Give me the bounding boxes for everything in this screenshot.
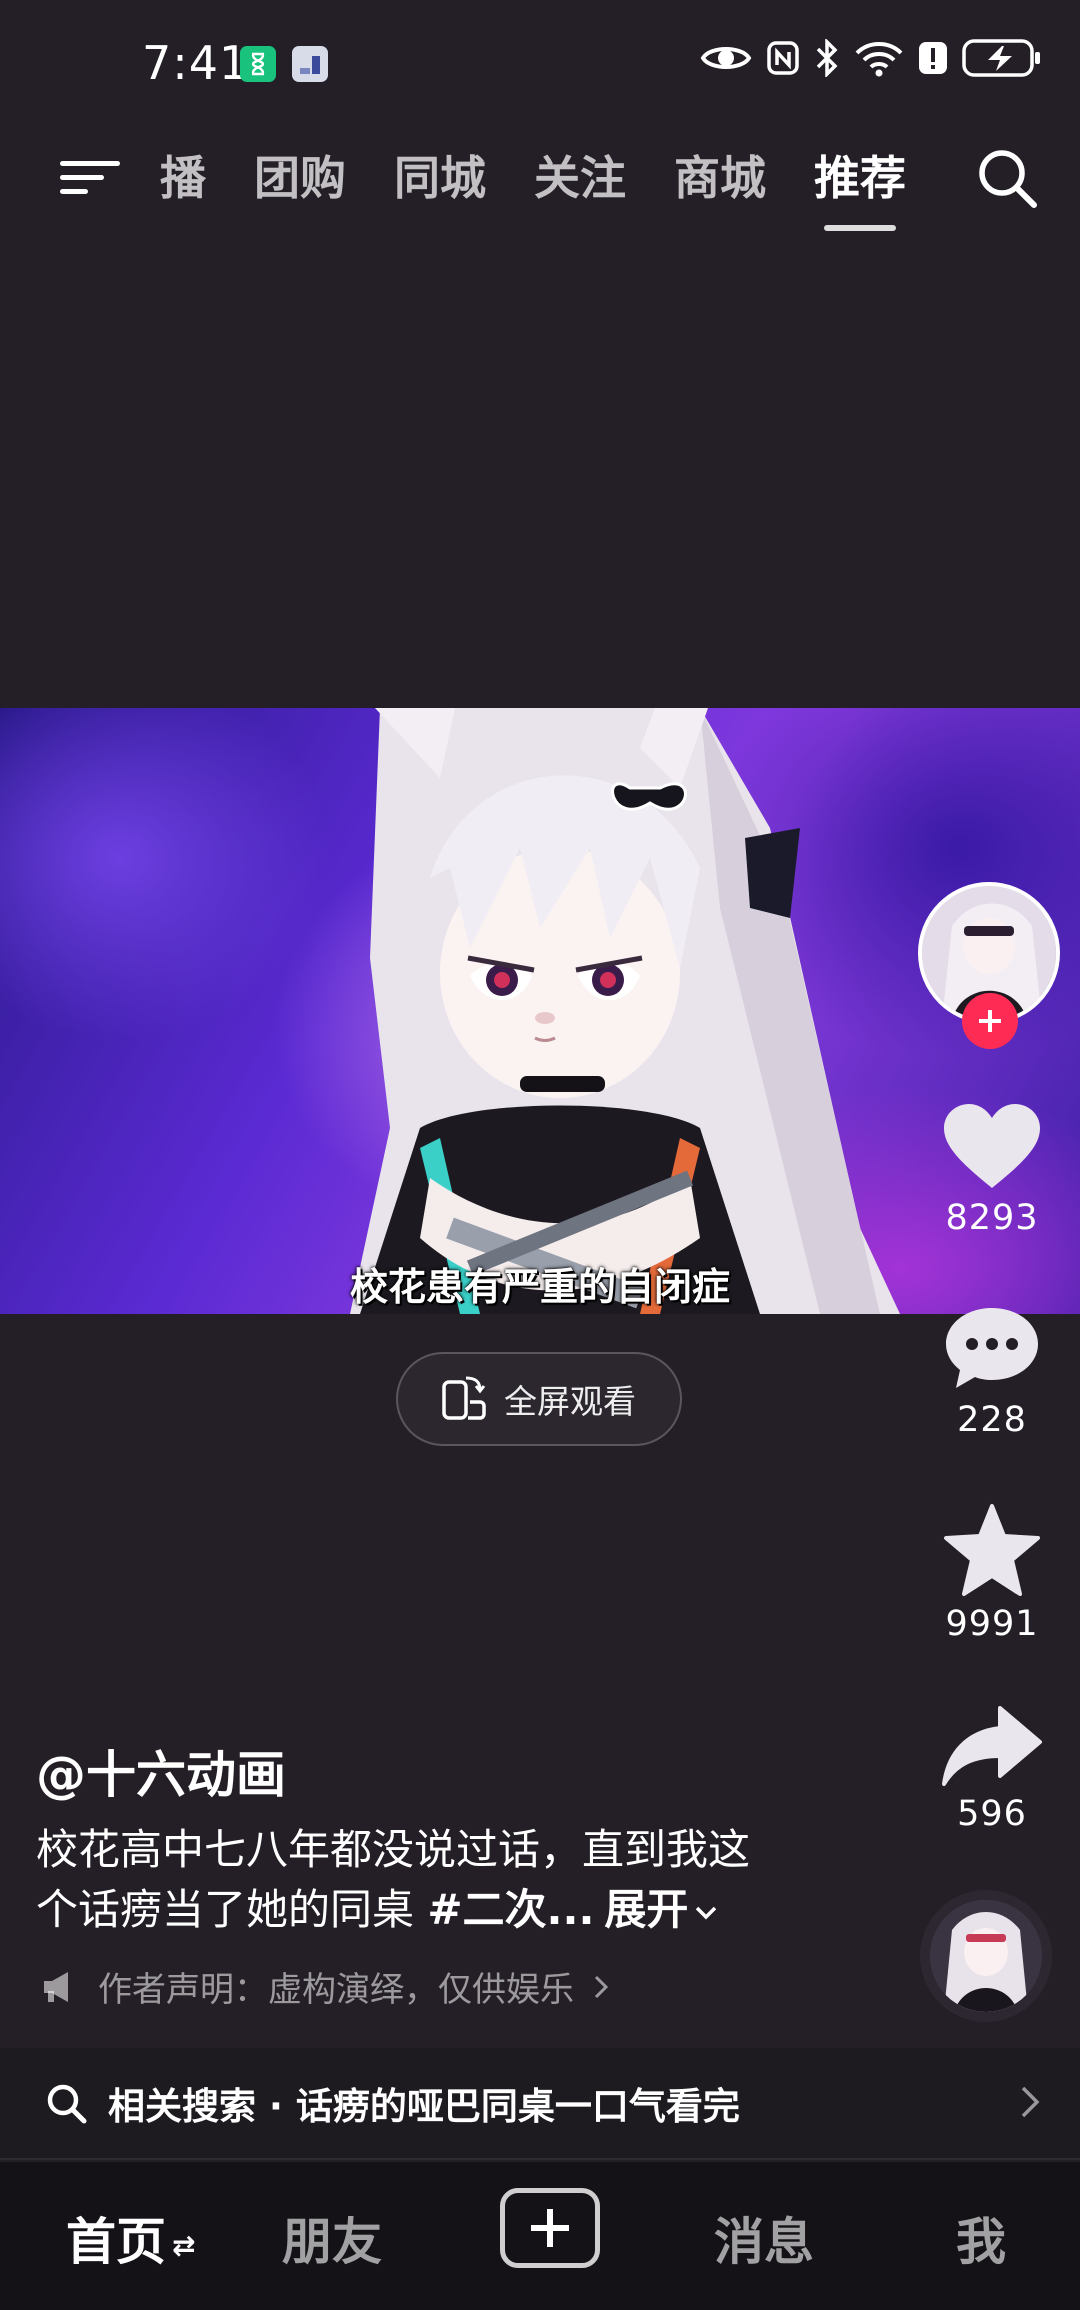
- star-icon: [944, 1504, 1040, 1596]
- description-line-1: 校花高中七八年都没说过话，直到我这: [36, 1825, 751, 1874]
- alert-icon: [919, 42, 947, 74]
- like-button[interactable]: 8293: [922, 1100, 1062, 1238]
- status-time: 7:41: [142, 36, 250, 90]
- hashtag-link[interactable]: #二次...: [427, 1885, 594, 1934]
- post-description[interactable]: 校花高中七八年都没说过话，直到我这 个话痨当了她的同桌 #二次... 展开: [36, 1820, 836, 1940]
- nfc-icon: [767, 41, 799, 75]
- nav-home[interactable]: 首页 ⇄: [66, 2202, 195, 2274]
- fullscreen-label: 全屏观看: [504, 1382, 636, 1421]
- bottom-nav: 首页 ⇄ 朋友 消息 我: [0, 2162, 1080, 2310]
- tab-live[interactable]: 播: [152, 145, 230, 211]
- megaphone-icon: [44, 1971, 68, 2002]
- related-search-text: 相关搜索 · 话痨的哑巴同桌一口气看完: [108, 2085, 740, 2128]
- chevron-down-icon: [696, 1906, 717, 1919]
- nav-home-label: 首页: [66, 2213, 166, 2271]
- feed-tabs: 播 团购 同城 关注 商城 推荐: [152, 145, 930, 211]
- tab-mall[interactable]: 商城: [650, 145, 790, 211]
- share-arrow-icon: [942, 1706, 1042, 1786]
- eye-icon: [700, 47, 752, 69]
- nav-friends[interactable]: 朋友: [282, 2202, 382, 2274]
- comment-count: 228: [957, 1400, 1027, 1440]
- bluetooth-icon: [816, 39, 838, 77]
- related-search-bar[interactable]: 相关搜索 · 话痨的哑巴同桌一口气看完: [0, 2048, 1080, 2160]
- chevron-right-icon: [1021, 2086, 1040, 2118]
- tab-nearby[interactable]: 同城: [370, 145, 510, 211]
- heart-icon: [944, 1104, 1040, 1188]
- nav-me[interactable]: 我: [956, 2202, 1006, 2274]
- description-line-2: 个话痨当了她的同桌 #二次... 展开: [36, 1880, 836, 1940]
- author-name[interactable]: @十六动画: [36, 1735, 286, 1807]
- fullscreen-button[interactable]: 全屏观看: [396, 1352, 682, 1446]
- music-disc[interactable]: [920, 1890, 1052, 2022]
- expand-button[interactable]: 展开: [604, 1885, 720, 1934]
- create-button[interactable]: [500, 2188, 600, 2268]
- author-statement[interactable]: 作者声明：虚构演绎，仅供娱乐: [40, 1962, 610, 2011]
- video-caption: 校花患有严重的自闭症: [349, 1265, 730, 1309]
- favorite-button[interactable]: 9991: [922, 1502, 1062, 1644]
- rotate-phone-icon: [442, 1376, 486, 1420]
- switch-arrows-icon: ⇄: [172, 2229, 196, 2262]
- expand-label: 展开: [604, 1885, 689, 1934]
- video-frame-anime-girl: [350, 708, 900, 1314]
- share-button[interactable]: 596: [922, 1702, 1062, 1834]
- statement-text: 作者声明：虚构演绎，仅供娱乐: [98, 1970, 574, 2010]
- hourglass-app-icon: [240, 46, 276, 82]
- status-bar: 7:41: [0, 0, 1080, 110]
- tab-following[interactable]: 关注: [510, 145, 650, 211]
- share-count: 596: [957, 1794, 1027, 1834]
- plus-icon: [531, 2209, 569, 2247]
- favorite-count: 9991: [945, 1604, 1039, 1644]
- menu-icon[interactable]: [58, 147, 124, 207]
- chevron-right-icon: [594, 1975, 609, 1998]
- storage-app-icon: [292, 46, 328, 82]
- like-count: 8293: [945, 1198, 1039, 1238]
- search-icon: [47, 2084, 87, 2124]
- battery-charging-icon: [962, 39, 1040, 77]
- follow-plus-button[interactable]: [962, 993, 1018, 1049]
- video-player[interactable]: 校花患有严重的自闭症: [0, 708, 1080, 1314]
- comment-button[interactable]: 228: [922, 1302, 1062, 1440]
- tab-group-buy[interactable]: 团购: [230, 145, 370, 211]
- top-nav: 播 团购 同城 关注 商城 推荐: [0, 125, 1080, 235]
- status-icons: [700, 38, 1042, 78]
- app-screen: 7:41 播 团购 同城 关注 商城 推荐 校花患有严重的自闭症 全屏观看 82…: [0, 0, 1080, 2310]
- comment-icon: [946, 1308, 1038, 1388]
- tab-recommend[interactable]: 推荐: [790, 145, 930, 211]
- wifi-icon: [855, 42, 903, 77]
- search-icon[interactable]: [972, 143, 1042, 213]
- description-line-2-text: 个话痨当了她的同桌: [36, 1885, 428, 1934]
- nav-messages[interactable]: 消息: [714, 2202, 814, 2274]
